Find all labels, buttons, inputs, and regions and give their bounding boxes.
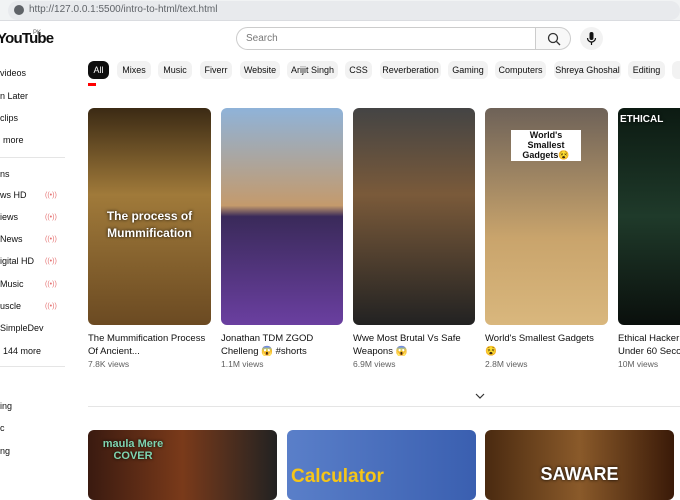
country-code: PK (33, 30, 42, 36)
url-text[interactable]: http://127.0.0.1:5500/intro-to-html/text… (29, 4, 217, 15)
section-divider (88, 406, 680, 407)
subscription-item[interactable]: SimpleDev (0, 323, 44, 333)
explore-item[interactable]: ing (0, 401, 12, 411)
divider (0, 366, 65, 367)
short-title[interactable]: Ethical Hacker Under 60 Seconds (618, 332, 680, 358)
search-placeholder: Search (246, 33, 278, 44)
subscriptions-heading: ns (0, 169, 10, 179)
subscription-item[interactable]: News (0, 234, 23, 244)
search-input[interactable]: Search (236, 27, 536, 50)
divider (0, 157, 65, 158)
short-thumbnail[interactable] (221, 108, 343, 325)
chip[interactable]: Website (240, 61, 280, 79)
live-icon: ((•)) (45, 258, 57, 265)
search-button[interactable] (535, 27, 571, 50)
youtube-logo[interactable]: YouTube (0, 30, 54, 47)
subscription-item[interactable]: igital HD (0, 256, 34, 266)
site-info-icon[interactable] (14, 5, 24, 15)
chip[interactable]: Fiverr (200, 61, 232, 79)
video-thumbnail[interactable]: Calculator (287, 430, 476, 500)
short-views: 10M views (618, 359, 659, 369)
voice-search-button[interactable] (580, 27, 603, 50)
microphone-icon (586, 32, 597, 45)
chip-all[interactable]: All (88, 61, 109, 79)
chip[interactable]: Computers (495, 61, 546, 79)
short-thumbnail[interactable]: The process of Mummification (88, 108, 211, 325)
explore-item[interactable]: c (0, 423, 5, 433)
sidebar-item[interactable]: videos (0, 68, 26, 78)
chip[interactable]: Reverberation (380, 61, 441, 79)
video-thumbnail[interactable]: SAWARE (485, 430, 674, 500)
short-title[interactable]: Jonathan TDM ZGOD Chelleng 😱 #shorts (221, 332, 341, 358)
subscription-item[interactable]: Music (0, 279, 24, 289)
sidebar-show-more[interactable]: more (3, 135, 24, 145)
chip[interactable]: CSS (345, 61, 372, 79)
chip[interactable]: Music (158, 61, 192, 79)
expand-chevron-icon[interactable] (474, 388, 486, 406)
thumbnail-overlay-text: maula Mere COVER (102, 438, 164, 462)
chip[interactable]: Shreya Ghoshal (554, 61, 621, 79)
chip[interactable]: Mixes (117, 61, 151, 79)
short-views: 7.8K views (88, 359, 130, 369)
subscription-item[interactable]: uscle (0, 301, 21, 311)
video-thumbnail[interactable]: maula Mere COVER (88, 430, 277, 500)
subscriptions-show-more[interactable]: 144 more (3, 346, 41, 356)
short-views: 2.8M views (485, 359, 528, 369)
short-thumbnail[interactable]: ETHICAL (618, 108, 680, 325)
chip[interactable]: Arijit Singh (287, 61, 338, 79)
subscription-item[interactable]: ws HD (0, 190, 27, 200)
short-views: 1.1M views (221, 359, 264, 369)
thumbnail-overlay-text: SAWARE (540, 464, 619, 484)
explore-item[interactable]: ng (0, 446, 10, 456)
live-icon: ((•)) (45, 303, 57, 310)
short-title[interactable]: Wwe Most Brutal Vs Safe Weapons 😱 (353, 332, 473, 358)
live-icon: ((•)) (45, 192, 57, 199)
thumbnail-overlay-text: ETHICAL (620, 114, 664, 125)
short-views: 6.9M views (353, 359, 396, 369)
short-title[interactable]: The Mummification Process Of Ancient... (88, 332, 208, 358)
chip[interactable]: Editing (628, 61, 665, 79)
sidebar-item[interactable]: n Later (0, 91, 28, 101)
shorts-icon (88, 83, 96, 86)
chip[interactable]: Gaming (448, 61, 488, 79)
subscription-item[interactable]: iews (0, 212, 18, 222)
live-icon: ((•)) (45, 281, 57, 288)
live-icon: ((•)) (45, 236, 57, 243)
sidebar-item[interactable]: clips (0, 113, 18, 123)
short-thumbnail[interactable]: World's Smallest Gadgets😵 (485, 108, 608, 325)
thumbnail-overlay-text: World's Smallest Gadgets😵 (511, 130, 581, 161)
short-title[interactable]: World's Smallest Gadgets 😵 (485, 332, 605, 358)
thumbnail-overlay-text: The process of Mummification (106, 209, 193, 240)
live-icon: ((•)) (45, 214, 57, 221)
short-thumbnail[interactable] (353, 108, 475, 325)
search-icon (547, 32, 561, 46)
chip[interactable] (672, 61, 680, 79)
